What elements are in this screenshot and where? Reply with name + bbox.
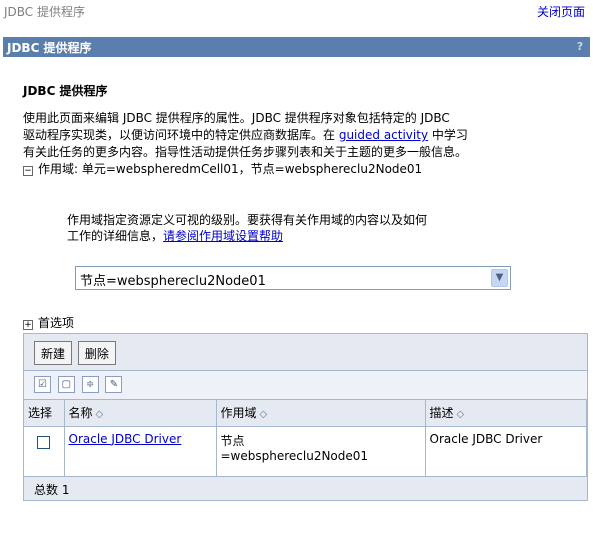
select-all-icon[interactable]: ☑ [34, 376, 51, 393]
breadcrumb: JDBC 提供程序 [4, 5, 85, 19]
collection-table: 新建 删除 ☑ ▢ ≑ ✎ 选择 名称 ◇ 作用域 ◇ 描述 ◇ Oracle JDB… [23, 333, 588, 501]
column-header-label: 描述 [429, 406, 454, 421]
scope-select-value: 节点=websphereclu2Node01 [80, 274, 266, 289]
panel-title-bar: JDBC 提供程序 ? [3, 37, 590, 57]
description-line-3: 有关此任务的更多内容。指导性活动提供任务步骤列表和关于主题的更多一般信息。 [23, 145, 468, 159]
row-select-cell [24, 426, 65, 476]
close-page-link[interactable]: 关闭页面 [537, 3, 585, 20]
column-header-scope[interactable]: 作用域 ◇ [216, 400, 426, 427]
row-name-cell: Oracle JDBC Driver [64, 426, 217, 476]
chevron-down-icon[interactable]: ▼ [491, 269, 508, 287]
scope-help-text: 作用域指定资源定义可视的级别。要获得有关作用域的内容以及如何 工作的详细信息，请… [67, 212, 427, 244]
page-description: 使用此页面来编辑 JDBC 提供程序的属性。JDBC 提供程序对象包括特定的 J… [23, 110, 583, 161]
scope-help-text-part: 工作的详细信息， [67, 229, 164, 243]
top-bar: JDBC 提供程序 关闭页面 [0, 0, 593, 26]
column-header-label: 名称 [68, 406, 93, 421]
table-header-row: 选择 名称 ◇ 作用域 ◇ 描述 ◇ [24, 400, 587, 427]
deselect-all-icon[interactable]: ▢ [57, 376, 75, 393]
page-heading: JDBC 提供程序 [23, 84, 108, 98]
sort-icon[interactable]: ◇ [96, 409, 104, 420]
description-line-1: 使用此页面来编辑 JDBC 提供程序的属性。JDBC 提供程序对象包括特定的 J… [23, 111, 450, 125]
scope-line-1: 节点 [220, 433, 245, 448]
column-header-desc[interactable]: 描述 ◇ [425, 400, 587, 427]
scope-help-line-2: 工作的详细信息，请参阅作用域设置帮助 [67, 228, 427, 244]
row-checkbox[interactable] [37, 435, 51, 449]
preferences-label: 首选项 [38, 316, 75, 330]
description-line-2: 驱动程序实现类，以便访问环境中的特定供应商数据库。在 guided activi… [23, 127, 583, 144]
preferences-section-header[interactable]: + 首选项 [23, 314, 74, 331]
row-desc-cell: Oracle JDBC Driver [425, 426, 587, 476]
row-scope-cell: 节点 =websphereclu2Node01 [216, 426, 426, 476]
column-header-label: 作用域 [220, 406, 257, 421]
scope-line-2: =websphereclu2Node01 [220, 448, 369, 463]
description-text: 中学习 [428, 128, 468, 142]
scope-label: 作用域: 单元=webspheredmCell01，节点=webspherecl… [38, 162, 423, 176]
new-button[interactable]: 新建 [34, 341, 73, 365]
column-header-select: 选择 [24, 400, 65, 427]
scope-help-link[interactable]: 请参阅作用域设置帮助 [163, 229, 283, 243]
provider-name-link[interactable]: Oracle JDBC Driver [69, 432, 182, 446]
panel-title: JDBC 提供程序 [7, 41, 92, 55]
scope-help-line-1: 作用域指定资源定义可视的级别。要获得有关作用域的内容以及如何 [67, 213, 428, 227]
collapse-icon[interactable]: − [23, 166, 33, 176]
scope-select[interactable]: 节点=websphereclu2Node01 ▼ [75, 266, 511, 290]
column-header-name[interactable]: 名称 ◇ [64, 400, 217, 427]
total-count: 总数 1 [24, 476, 587, 500]
table-row: Oracle JDBC Driver 节点 =websphereclu2Node0… [24, 426, 587, 476]
sort-icon[interactable]: ◇ [457, 409, 465, 420]
filter-icon[interactable]: ≑ [81, 376, 99, 393]
guided-activity-link[interactable]: guided activity [339, 128, 428, 142]
description-text: 驱动程序实现类，以便访问环境中的特定供应商数据库。在 [23, 128, 339, 142]
scope-section-header[interactable]: − 作用域: 单元=webspheredmCell01，节点=webspherec… [23, 160, 422, 177]
icon-toolbar: ☑ ▢ ≑ ✎ [24, 371, 587, 400]
sort-icon[interactable]: ◇ [260, 409, 268, 420]
help-icon[interactable]: ? [574, 40, 586, 54]
edit-filter-icon[interactable]: ✎ [105, 376, 123, 393]
button-row: 新建 删除 [24, 334, 587, 371]
expand-icon[interactable]: + [23, 320, 33, 330]
delete-button[interactable]: 删除 [77, 341, 116, 365]
providers-table: 选择 名称 ◇ 作用域 ◇ 描述 ◇ Oracle JDBC Driver 节点 =we… [24, 400, 587, 476]
